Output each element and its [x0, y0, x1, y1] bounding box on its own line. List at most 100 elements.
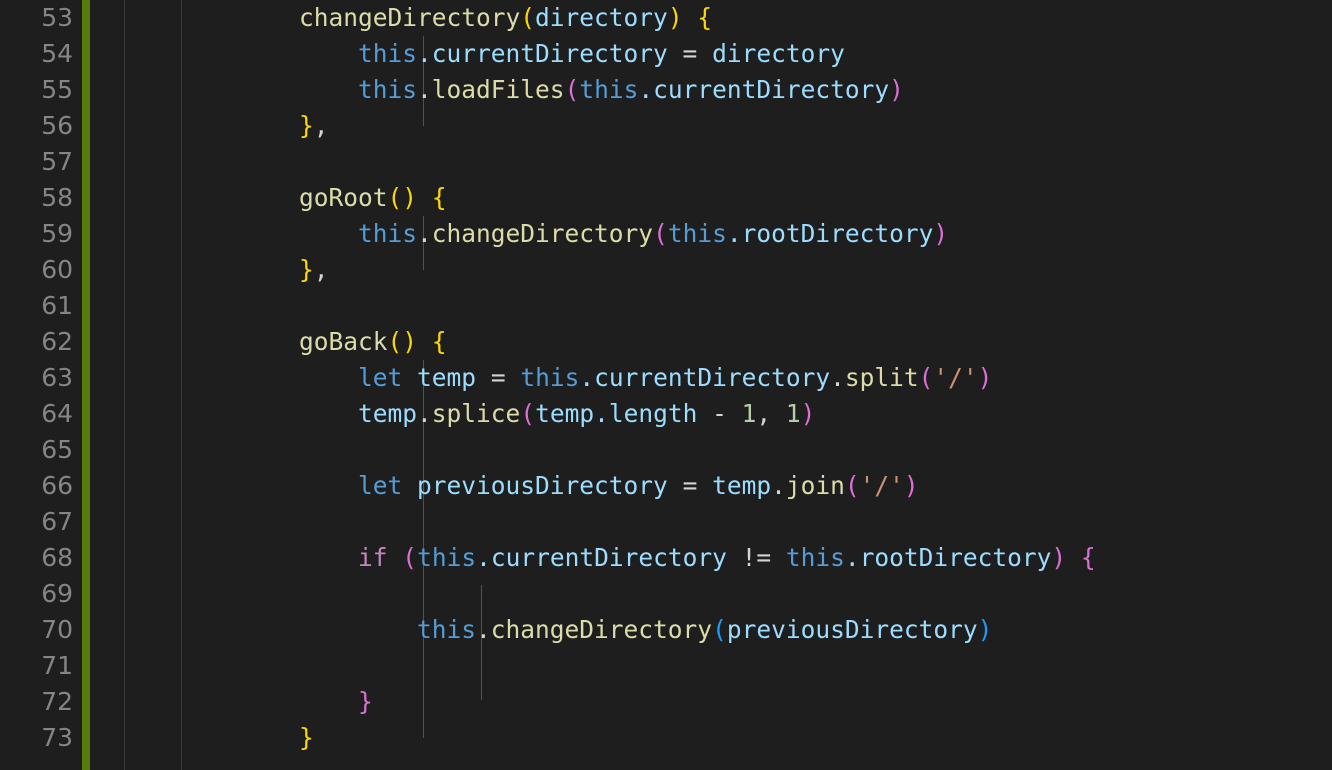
code-token: changeDirectory [431, 219, 654, 248]
code-token: ( [712, 615, 727, 644]
code-token: this [417, 615, 477, 644]
code-token: '/' [859, 471, 904, 500]
code-line[interactable]: temp.splice(temp.length - 1, 1) [240, 396, 1332, 432]
code-line[interactable]: } [240, 720, 1332, 756]
code-token: ( [520, 3, 536, 32]
code-line[interactable]: }, [240, 108, 1332, 144]
line-number[interactable]: 55 [0, 72, 74, 108]
code-token: .rootDirectory [844, 543, 1052, 572]
code-line[interactable]: this.changeDirectory(previousDirectory) [240, 612, 1332, 648]
code-line[interactable] [240, 576, 1332, 612]
code-token: ) [933, 219, 949, 248]
code-line[interactable]: goRoot() { [240, 180, 1332, 216]
line-number[interactable]: 69 [0, 576, 74, 612]
line-number[interactable]: 73 [0, 720, 74, 756]
source-code-text[interactable]: changeDirectory(directory) { this.curren… [240, 0, 1332, 756]
code-line[interactable]: changeDirectory(directory) { [240, 0, 1332, 36]
code-line[interactable]: } [240, 684, 1332, 720]
code-token: { [697, 3, 713, 32]
line-number[interactable]: 59 [0, 216, 74, 252]
code-token: ) [903, 471, 919, 500]
line-number[interactable]: 54 [0, 36, 74, 72]
code-line[interactable]: this.changeDirectory(this.rootDirectory) [240, 216, 1332, 252]
code-token: != [726, 543, 786, 572]
line-number[interactable]: 62 [0, 324, 74, 360]
code-token: , [313, 255, 329, 284]
code-token: changeDirectory [490, 615, 713, 644]
code-line[interactable]: let temp = this.currentDirectory.split('… [240, 360, 1332, 396]
line-number[interactable]: 66 [0, 468, 74, 504]
code-token: ) [800, 399, 816, 428]
code-token: .currentDirectory [638, 75, 890, 104]
code-token: = [476, 363, 521, 392]
code-token: changeDirectory [299, 3, 521, 32]
code-token: loadFiles [431, 75, 565, 104]
code-line[interactable] [240, 144, 1332, 180]
code-token: ) [1051, 543, 1067, 572]
code-token: 1 [785, 399, 801, 428]
line-number[interactable]: 67 [0, 504, 74, 540]
code-line[interactable]: goBack() { [240, 324, 1332, 360]
code-line[interactable]: if (this.currentDirectory != this.rootDi… [240, 540, 1332, 576]
code-token: this [579, 75, 639, 104]
line-number[interactable]: 58 [0, 180, 74, 216]
code-token: this [358, 39, 418, 68]
code-line[interactable] [240, 504, 1332, 540]
code-token: previousDirectory [417, 471, 668, 500]
code-token: = [667, 39, 713, 68]
code-line[interactable]: }, [240, 252, 1332, 288]
code-line[interactable] [240, 288, 1332, 324]
code-token: splice [431, 399, 521, 428]
code-line[interactable] [240, 648, 1332, 684]
code-token: .length [594, 399, 698, 428]
line-number[interactable]: 72 [0, 684, 74, 720]
git-change-indicator-bar[interactable] [82, 0, 90, 770]
line-number[interactable]: 53 [0, 0, 74, 36]
line-number[interactable]: 63 [0, 360, 74, 396]
code-line[interactable]: this.loadFiles(this.currentDirectory) [240, 72, 1332, 108]
code-token: directory [535, 3, 668, 32]
line-number[interactable]: 60 [0, 252, 74, 288]
code-token: . [417, 399, 432, 428]
code-token: ( [564, 75, 580, 104]
line-number[interactable]: 65 [0, 432, 74, 468]
code-line[interactable]: let previousDirectory = temp.join('/') [240, 468, 1332, 504]
line-number[interactable]: 61 [0, 288, 74, 324]
code-token: temp [417, 363, 477, 392]
line-number[interactable]: 56 [0, 108, 74, 144]
code-token: ) [889, 75, 904, 104]
code-token: . [771, 471, 786, 500]
code-line[interactable] [240, 432, 1332, 468]
code-token: () [387, 327, 418, 356]
code-token: } [299, 111, 314, 140]
line-number[interactable]: 71 [0, 648, 74, 684]
line-number[interactable]: 57 [0, 144, 74, 180]
code-token: this [417, 543, 477, 572]
code-line[interactable]: this.currentDirectory = directory [240, 36, 1332, 72]
code-token: } [299, 255, 314, 284]
code-token: . [476, 615, 491, 644]
code-content-area[interactable]: changeDirectory(directory) { this.curren… [182, 0, 1332, 770]
code-token: .currentDirectory [417, 39, 668, 68]
code-token: ( [918, 363, 934, 392]
code-token: ) [977, 363, 993, 392]
line-number-column: 53 54 55 56 57 58 59 60 61 62 63 64 65 66 67 68 69 70 71 72… [0, 0, 74, 756]
line-number[interactable]: 64 [0, 396, 74, 432]
code-token: ( [520, 399, 536, 428]
line-number[interactable]: 70 [0, 612, 74, 648]
code-token: ) [977, 615, 993, 644]
line-number[interactable]: 68 [0, 540, 74, 576]
code-token: this [667, 219, 727, 248]
code-token: { [1080, 543, 1096, 572]
